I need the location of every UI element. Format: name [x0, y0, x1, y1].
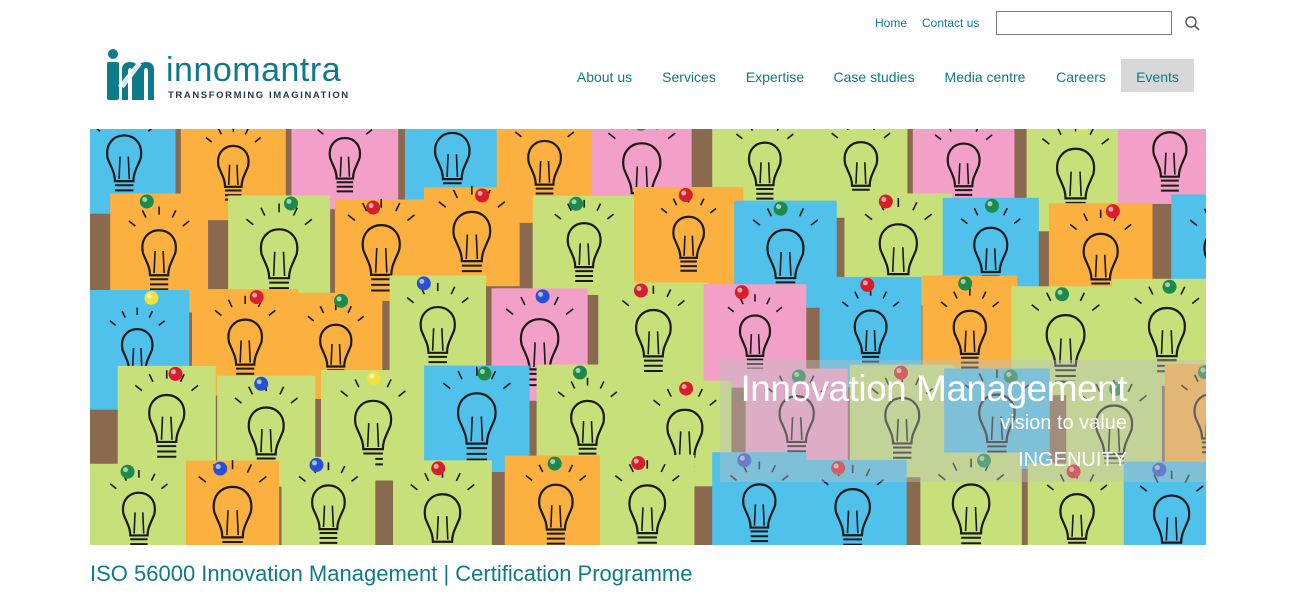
main-nav: About us Services Expertise Case studies… [0, 59, 1296, 93]
nav-item-media-centre[interactable]: Media centre [934, 59, 1036, 92]
top-utility-bar: Home Contact us [0, 11, 1296, 37]
search-input[interactable] [996, 11, 1172, 35]
hero-caption: Innovation Management vision to value IN… [720, 360, 1206, 482]
hero-title: Innovation Management [740, 368, 1128, 409]
contact-us-link[interactable]: Contact us [922, 16, 979, 30]
nav-item-case-studies[interactable]: Case studies [823, 59, 925, 92]
home-link[interactable]: Home [875, 16, 907, 30]
nav-item-expertise[interactable]: Expertise [736, 59, 814, 92]
nav-item-events[interactable]: Events [1121, 59, 1194, 92]
hero-tag: INGENUITY [1018, 449, 1127, 471]
nav-item-about-us[interactable]: About us [566, 59, 643, 92]
nav-item-services[interactable]: Services [652, 59, 726, 92]
sticky-notes-lightbulbs-image [90, 129, 1206, 545]
hero-banner[interactable]: Innovation Management vision to value IN… [90, 129, 1206, 545]
hero-subtitle: vision to value [1000, 412, 1127, 434]
page-title: ISO 56000 Innovation Management | Certif… [90, 561, 693, 586]
search-icon[interactable] [1184, 15, 1202, 33]
nav-item-careers[interactable]: Careers [1046, 59, 1116, 92]
